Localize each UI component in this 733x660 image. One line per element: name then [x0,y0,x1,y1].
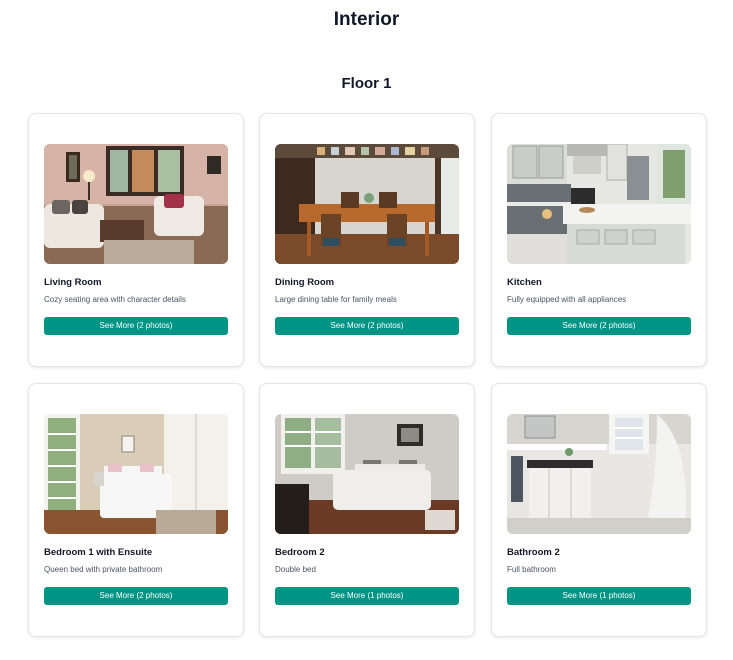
room-description: Full bathroom [507,565,556,574]
bathroom-2-photo[interactable] [507,414,691,534]
room-description: Double bed [275,565,316,574]
page-title: Interior [333,9,400,30]
room-card-bedroom-2: Bedroom 2 Double bed See More (1 photos) [259,383,475,637]
room-card-dining-room: Dining Room Large dining table for famil… [259,113,475,367]
see-more-button[interactable]: See More (2 photos) [44,317,228,335]
room-description: Queen bed with private bathroom [44,565,163,574]
room-description: Cozy seating area with character details [44,295,186,304]
room-title: Bedroom 1 with Ensuite [44,547,153,558]
room-title: Bathroom 2 [507,547,560,558]
room-title: Living Room [44,277,102,288]
kitchen-photo[interactable] [507,144,691,264]
room-card-living-room: Living Room Cozy seating area with chara… [28,113,244,367]
dining-room-photo[interactable] [275,144,459,264]
bedroom-1-photo[interactable] [44,414,228,534]
room-title: Bedroom 2 [275,547,325,558]
see-more-button[interactable]: See More (1 photos) [275,587,459,605]
room-title: Kitchen [507,277,542,288]
room-title: Dining Room [275,277,335,288]
see-more-button[interactable]: See More (1 photos) [507,587,691,605]
room-card-bedroom-1: Bedroom 1 with Ensuite Queen bed with pr… [28,383,244,637]
room-description: Large dining table for family meals [275,295,397,304]
see-more-button[interactable]: See More (2 photos) [507,317,691,335]
living-room-photo[interactable] [44,144,228,264]
bedroom-2-photo[interactable] [275,414,459,534]
see-more-button[interactable]: See More (2 photos) [44,587,228,605]
see-more-button[interactable]: See More (2 photos) [275,317,459,335]
room-card-kitchen: Kitchen Fully equipped with all applianc… [491,113,707,367]
section-title-floor-1: Floor 1 [341,75,392,92]
room-description: Fully equipped with all appliances [507,295,627,304]
room-card-bathroom-2: Bathroom 2 Full bathroom See More (1 pho… [491,383,707,637]
